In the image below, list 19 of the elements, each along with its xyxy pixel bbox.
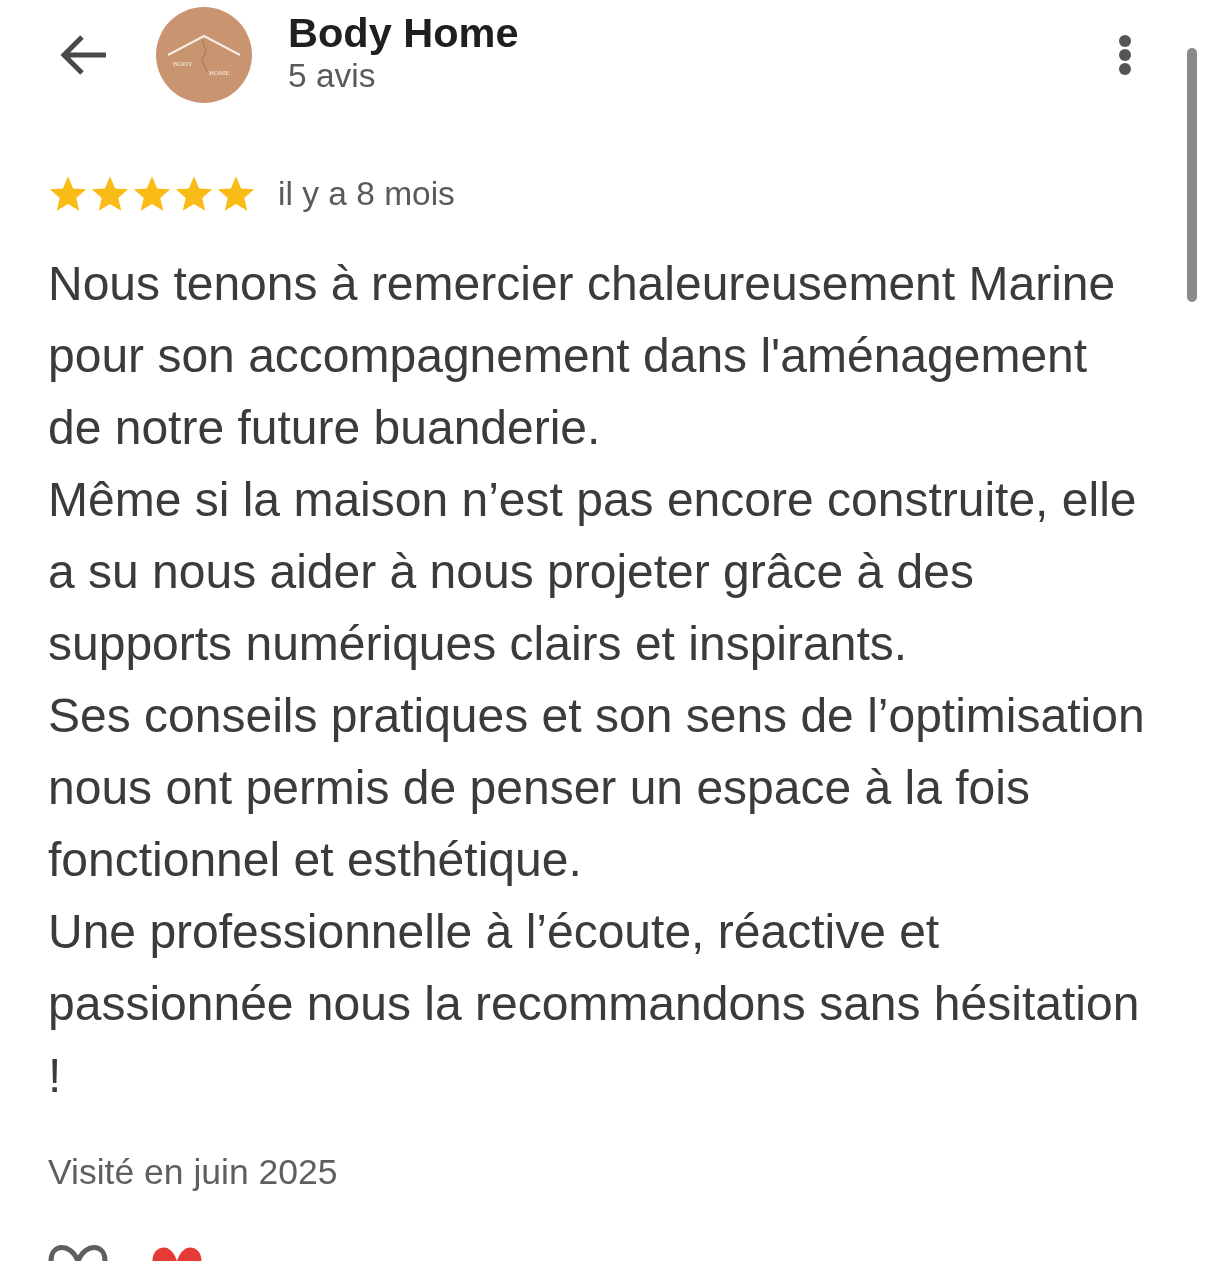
review-date: il y a 8 mois: [278, 174, 455, 214]
more-vertical-icon: [1118, 34, 1132, 76]
like-button[interactable]: [48, 1245, 108, 1261]
back-arrow-icon: [60, 35, 108, 75]
filled-star-icon: [48, 175, 88, 213]
review-text: Une professionnelle à l’écoute, réactive et passionnée nous la recommandons sans hésitation !: [48, 904, 1141, 1104]
filled-star-icon: [90, 175, 130, 213]
review-text: Même si la maison n’est pas encore construite, elle a su nous aider à nous projeter grâce à des supports numériques clairs et inspirants.: [48, 472, 1138, 672]
heart-outline-icon: [48, 1245, 108, 1261]
scrollbar[interactable]: [1187, 48, 1197, 302]
review-count: 5 avis: [288, 56, 377, 96]
filled-star-icon: [216, 175, 256, 213]
filled-star-icon: [174, 175, 214, 213]
review-text: Ses conseils pratiques et son sens de l’optimisation nous ont permis de penser un espace à la fois fonctionnel et esthétique.: [48, 688, 1146, 888]
review-text: Nous tenons à remercier chaleureusement Marine pour son accompagnement dans l'aménagement de notre future buanderie.: [48, 256, 1117, 456]
visit-date: Visité en juin 2025: [48, 1151, 338, 1194]
business-name: Body Home: [288, 10, 519, 56]
filled-star-icon: [132, 175, 172, 213]
heart-emoji-icon: [152, 1247, 202, 1261]
